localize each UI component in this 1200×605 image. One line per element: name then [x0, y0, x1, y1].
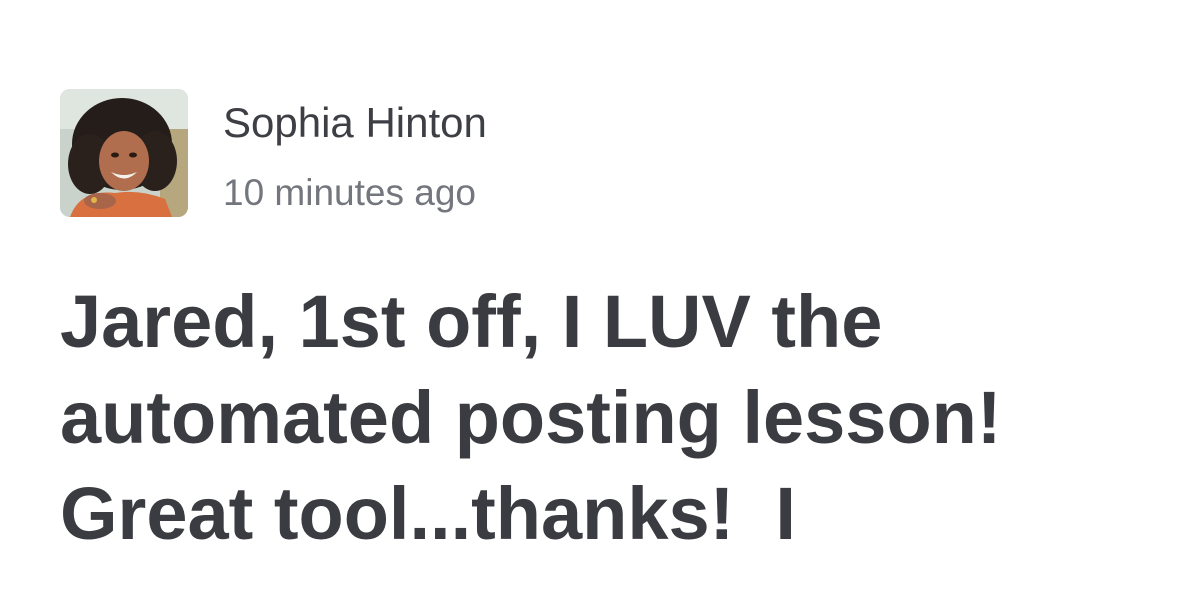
post-body-text: Jared, 1st off, I LUV the automated post…	[60, 280, 1002, 555]
profile-photo-icon	[60, 89, 188, 217]
post-timestamp[interactable]: 10 minutes ago	[223, 171, 487, 215]
avatar[interactable]	[60, 89, 188, 217]
comment-post: Sophia Hinton 10 minutes ago Jared, 1st …	[0, 0, 1200, 605]
author-name[interactable]: Sophia Hinton	[223, 99, 487, 147]
post-header: Sophia Hinton 10 minutes ago	[60, 89, 487, 219]
post-meta: Sophia Hinton 10 minutes ago	[223, 89, 487, 215]
